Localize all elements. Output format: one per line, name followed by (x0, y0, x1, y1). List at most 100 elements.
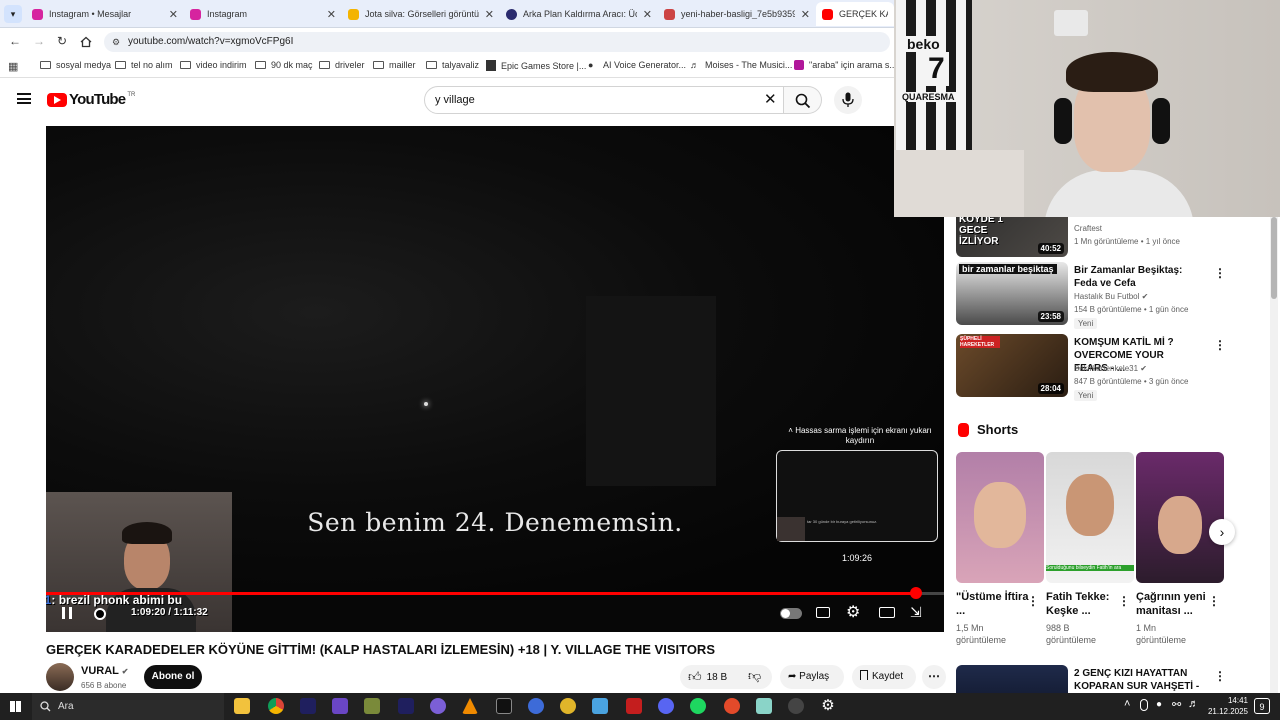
browser-tab[interactable]: Jota silva: Görselleri görüntüley ✕ (342, 2, 500, 26)
vlc-icon[interactable] (462, 698, 478, 714)
browser-tab-active[interactable]: GERÇEK KARAD (816, 2, 894, 26)
browser-tab[interactable]: Arka Plan Kaldırma Aracı: Ücret ✕ (500, 2, 658, 26)
tray-icon[interactable]: ● (1156, 699, 1162, 710)
video-player[interactable]: Sen benim 24. Denememsin. b4tuee1: brezi… (46, 126, 944, 632)
bookmark-epic-games[interactable]: Epic Games Store |... (486, 60, 586, 71)
volume-icon[interactable] (94, 608, 106, 620)
after-effects-icon[interactable] (300, 698, 316, 714)
video-channel[interactable]: Craftest (1074, 224, 1102, 233)
more-options-icon[interactable]: ⋮ (1027, 594, 1039, 608)
url-field[interactable]: ⚙ youtube.com/watch?v=xgmoVcFPg6I (104, 32, 890, 52)
capcut-icon[interactable] (496, 698, 512, 714)
video-channel[interactable]: Hastalık Bu Futbol ✔ (1074, 292, 1148, 301)
progress-bar[interactable] (46, 587, 944, 599)
save-button[interactable]: Kaydet (852, 665, 916, 689)
subtitles-icon[interactable] (816, 607, 830, 618)
app-icon[interactable] (364, 698, 380, 714)
more-options-icon[interactable]: ⋮ (1214, 266, 1226, 280)
like-button[interactable]: 👍︎ 18 B (688, 669, 727, 685)
settings-gear-icon[interactable]: ⚙ (820, 698, 836, 714)
close-tab-icon[interactable]: ✕ (801, 8, 810, 21)
taskbar-search[interactable]: Ara (32, 693, 224, 720)
share-button[interactable]: ➦ Paylaş (780, 665, 844, 689)
windows-start-icon[interactable] (10, 701, 21, 712)
wifi-icon[interactable]: ⚯ (1172, 698, 1181, 711)
page-scrollbar[interactable] (1270, 217, 1278, 693)
close-tab-icon[interactable]: ✕ (485, 8, 494, 21)
voice-search-button[interactable] (834, 86, 862, 114)
dislike-button[interactable]: 👎︎ (748, 668, 761, 684)
bookmark-folder[interactable]: tel no alım (115, 60, 173, 70)
short-title[interactable]: "Üstüme İftira ... (956, 590, 1036, 618)
tab-list-dropdown-icon[interactable]: ▾ (4, 5, 22, 23)
browser-tab[interactable]: yeni-haber-basligi_7e5b9359.jp ✕ (658, 2, 816, 26)
short-thumbnail[interactable] (956, 452, 1044, 583)
app-icon[interactable] (626, 698, 642, 714)
apps-grid-icon[interactable]: ▦ (8, 60, 18, 73)
recommended-video[interactable]: 2 GENÇ KIZI HAYATTAN KOPARAN SUR VAHŞETİ… (956, 665, 1276, 693)
search-button[interactable] (784, 86, 822, 114)
tray-chevron-icon[interactable]: ˄ (1124, 698, 1130, 710)
video-channel[interactable]: Bakirkertenkele31 ✔ (1074, 364, 1147, 373)
search-input[interactable]: y village (424, 86, 784, 114)
browser-tab[interactable]: Instagram ✕ (184, 2, 342, 26)
settings-gear-icon[interactable]: ⚙ (846, 602, 860, 622)
discord-icon[interactable] (658, 698, 674, 714)
bookmark-moises[interactable]: ♬ Moises - The Musici... (690, 60, 792, 70)
short-title[interactable]: Fatih Tekke: Keşke ... (1046, 590, 1126, 618)
theater-mode-icon[interactable] (879, 607, 895, 618)
media-encoder-icon[interactable] (398, 698, 414, 714)
bookmark-folder[interactable]: video indirim (180, 60, 247, 70)
scrollbar-thumb[interactable] (1271, 217, 1277, 299)
hamburger-menu-icon[interactable] (17, 93, 31, 104)
reload-icon[interactable]: ↻ (57, 34, 67, 48)
notification-badge[interactable]: 9 (1254, 698, 1270, 714)
bookmark-folder[interactable]: talyavaliz (426, 60, 479, 70)
more-options-icon[interactable]: ⋮ (1214, 669, 1226, 683)
app-icon[interactable] (430, 698, 446, 714)
app-icon[interactable] (528, 698, 544, 714)
subscribe-button[interactable]: Abone ol (144, 665, 202, 689)
more-options-icon[interactable]: ⋮ (1208, 594, 1220, 608)
close-tab-icon[interactable]: ✕ (643, 8, 652, 21)
video-title[interactable]: Bir Zamanlar Beşiktaş: Feda ve Cefa (1074, 264, 1200, 290)
clear-search-icon[interactable]: ✕ (764, 90, 777, 108)
browser-tab[interactable]: Instagram • Mesajlar ✕ (26, 2, 184, 26)
short-title[interactable]: Çağrının yeni manitası ... (1136, 590, 1216, 618)
bookmark-folder[interactable]: sosyal medya (40, 60, 111, 70)
video-thumbnail[interactable]: ŞÜPHELİ HAREKETLER 28:04 (956, 334, 1068, 397)
video-title[interactable]: 2 GENÇ KIZI HAYATTAN KOPARAN SUR VAHŞETİ… (1074, 667, 1200, 693)
bookmark-folder[interactable]: driveler (319, 60, 365, 70)
autoplay-toggle[interactable] (780, 608, 802, 619)
vpn-shield-icon[interactable] (332, 698, 348, 714)
channel-avatar[interactable] (46, 663, 74, 691)
short-thumbnail[interactable]: Sorulduğunu bilseydin Fatih'in ara (1046, 452, 1134, 583)
channel-name[interactable]: VURAL ✔ (81, 665, 128, 677)
app-icon[interactable] (756, 698, 772, 714)
file-explorer-icon[interactable] (234, 698, 250, 714)
photos-icon[interactable] (592, 698, 608, 714)
spotify-icon[interactable] (690, 698, 706, 714)
clock[interactable]: 14:41 21.12.2025 (1198, 695, 1248, 717)
tray-icon[interactable] (1140, 699, 1148, 711)
chrome-icon[interactable] (268, 698, 284, 714)
site-info-icon[interactable]: ⚙ (112, 32, 120, 52)
close-tab-icon[interactable]: ✕ (327, 8, 336, 21)
app-icon[interactable] (788, 698, 804, 714)
recommended-video[interactable]: ŞÜPHELİ HAREKETLER 28:04 KOMŞUM KATİL Mİ… (956, 334, 1276, 401)
more-options-icon[interactable]: ⋮ (1214, 338, 1226, 352)
bookmark-search[interactable]: "araba" için arama s... (794, 60, 897, 70)
bookmark-folder[interactable]: mailler (373, 60, 416, 70)
bookmark-ai-voice[interactable]: ● AI Voice Generator... (588, 60, 686, 70)
pause-button[interactable] (62, 607, 72, 619)
bookmark-folder[interactable]: 90 dk maç (255, 60, 313, 70)
video-thumbnail[interactable] (956, 665, 1068, 693)
back-icon[interactable]: ← (9, 34, 21, 48)
more-actions-button[interactable]: ⋯ (922, 665, 946, 689)
fullscreen-icon[interactable]: ⇲ (910, 604, 922, 621)
recommended-video[interactable]: bir zamanlar beşiktaş 23:58 Bir Zamanlar… (956, 262, 1276, 329)
shorts-next-button[interactable]: › (1209, 519, 1235, 545)
app-icon[interactable] (724, 698, 740, 714)
close-tab-icon[interactable]: ✕ (169, 8, 178, 21)
short-thumbnail[interactable] (1136, 452, 1224, 583)
